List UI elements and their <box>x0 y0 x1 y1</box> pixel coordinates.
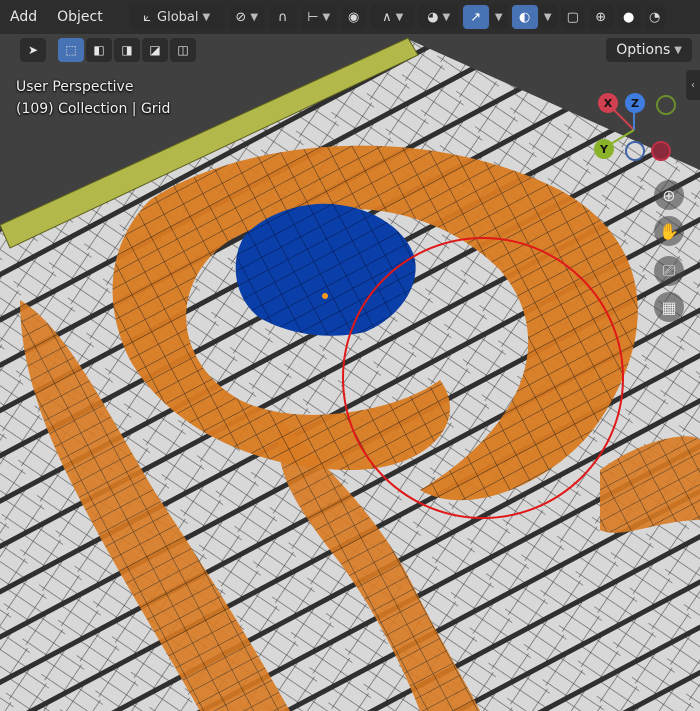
transform-orientation-dropdown[interactable]: ⟀ Global ▼ <box>128 5 225 29</box>
select-invert-button[interactable]: ◪ <box>142 38 168 62</box>
select-new-button[interactable]: ⬚ <box>58 38 84 62</box>
material-shading-button[interactable]: ◔ <box>644 5 665 29</box>
chevron-down-icon: ▼ <box>250 11 259 23</box>
gizmo-neg-x-axis[interactable] <box>651 141 671 161</box>
chevron-down-icon: ▼ <box>395 11 404 23</box>
chevron-down-icon: ▼ <box>674 44 682 56</box>
pan-button[interactable]: ✋ <box>654 216 684 246</box>
falloff-icon: ∧ <box>382 9 392 25</box>
zoom-button[interactable]: ⊕ <box>654 180 684 210</box>
snap-target-icon: ⊢ <box>307 9 319 25</box>
proportional-edit-toggle[interactable]: ◉ <box>340 5 367 29</box>
gizmo-neg-z-axis[interactable] <box>625 141 645 161</box>
options-label: Options <box>616 42 671 58</box>
select-intersect-icon: ◫ <box>177 43 189 57</box>
wireframe-shading-button[interactable]: ⊕ <box>588 5 613 29</box>
select-mode-toolbar: ➤ ⬚ ◧ ◨ ◪ ◫ <box>20 38 198 62</box>
chevron-down-icon: ▼ <box>494 11 503 23</box>
select-intersect-button[interactable]: ◫ <box>170 38 196 62</box>
3d-viewport[interactable]: Add Object ⟀ Global ▼ ⊘ ▼ ∩ ⊢ ▼ ◉ ∧ ▼ ◕ ▼ ↗ … <box>0 0 700 711</box>
solid-shading-icon: ● <box>623 9 635 25</box>
visibility-dropdown[interactable]: ◕ ▼ <box>418 5 459 29</box>
chevron-down-icon: ▼ <box>543 11 552 23</box>
overlay-dropdown[interactable]: ▼ <box>538 5 557 29</box>
chevron-down-icon: ▼ <box>442 11 451 23</box>
snap-icon: ∩ <box>277 9 288 25</box>
gizmo-icon: ↗ <box>470 9 482 25</box>
sidebar-toggle[interactable]: ‹ <box>686 70 700 100</box>
select-extend-button[interactable]: ◧ <box>86 38 112 62</box>
overlay-icon: ◐ <box>519 9 531 25</box>
proportional-edit-icon: ◉ <box>348 9 360 25</box>
solid-shading-button[interactable]: ● <box>616 5 641 29</box>
snap-toggle[interactable]: ∩ <box>268 5 297 29</box>
visibility-icon: ◕ <box>427 9 439 25</box>
pan-hand-icon: ✋ <box>659 221 679 241</box>
cursor-icon: ➤ <box>27 43 39 57</box>
xray-icon: ▢ <box>566 9 579 25</box>
viewport-info: User Perspective (109) Collection | Grid <box>16 76 170 120</box>
grid-icon: ▦ <box>661 297 677 317</box>
pivot-point-dropdown[interactable]: ⊘ ▼ <box>228 5 265 29</box>
gizmo-dropdown[interactable]: ▼ <box>489 5 508 29</box>
menu-object[interactable]: Object <box>47 0 113 34</box>
select-tool-button[interactable]: ➤ <box>20 38 46 62</box>
wireframe-shading-icon: ⊕ <box>595 9 607 25</box>
gizmo-x-axis[interactable]: X <box>598 93 618 113</box>
chevron-down-icon: ▼ <box>202 11 211 23</box>
select-extend-icon: ◧ <box>93 43 105 57</box>
select-subtract-icon: ◨ <box>121 43 133 57</box>
gizmo-toggle[interactable]: ↗ <box>462 5 489 29</box>
collection-path: (109) Collection | Grid <box>16 101 171 117</box>
overlay-toggle[interactable]: ◐ <box>511 5 538 29</box>
orthographic-toggle-button[interactable]: ▦ <box>654 292 684 322</box>
select-box-icon: ⬚ <box>65 43 77 57</box>
gizmo-z-axis[interactable]: Z <box>625 93 645 113</box>
origin-dot <box>322 293 328 299</box>
pivot-icon: ⊘ <box>235 9 247 25</box>
viewport-header: Add Object ⟀ Global ▼ ⊘ ▼ ∩ ⊢ ▼ ◉ ∧ ▼ ◕ ▼ ↗ … <box>0 0 700 34</box>
orientation-icon: ⟀ <box>143 9 152 25</box>
camera-icon: ⎚ <box>662 261 676 280</box>
chevron-left-icon: ‹ <box>691 79 695 91</box>
material-shading-icon: ◔ <box>649 9 661 25</box>
zoom-icon: ⊕ <box>662 185 676 205</box>
snap-target-dropdown[interactable]: ⊢ ▼ <box>300 5 337 29</box>
select-subtract-button[interactable]: ◨ <box>114 38 140 62</box>
chevron-down-icon: ▼ <box>322 11 331 23</box>
gizmo-y-axis[interactable]: Y <box>594 139 614 159</box>
menu-add[interactable]: Add <box>0 0 47 34</box>
options-dropdown[interactable]: Options ▼ <box>606 38 692 62</box>
view-name: User Perspective <box>16 79 134 95</box>
select-invert-icon: ◪ <box>149 43 161 57</box>
transform-orientation-label: Global <box>157 9 199 25</box>
xray-toggle[interactable]: ▢ <box>560 5 585 29</box>
gizmo-neg-y-axis[interactable] <box>656 95 676 115</box>
blue-paint-center <box>235 203 416 336</box>
camera-view-button[interactable]: ⎚ <box>654 256 684 286</box>
falloff-dropdown[interactable]: ∧ ▼ <box>370 5 415 29</box>
